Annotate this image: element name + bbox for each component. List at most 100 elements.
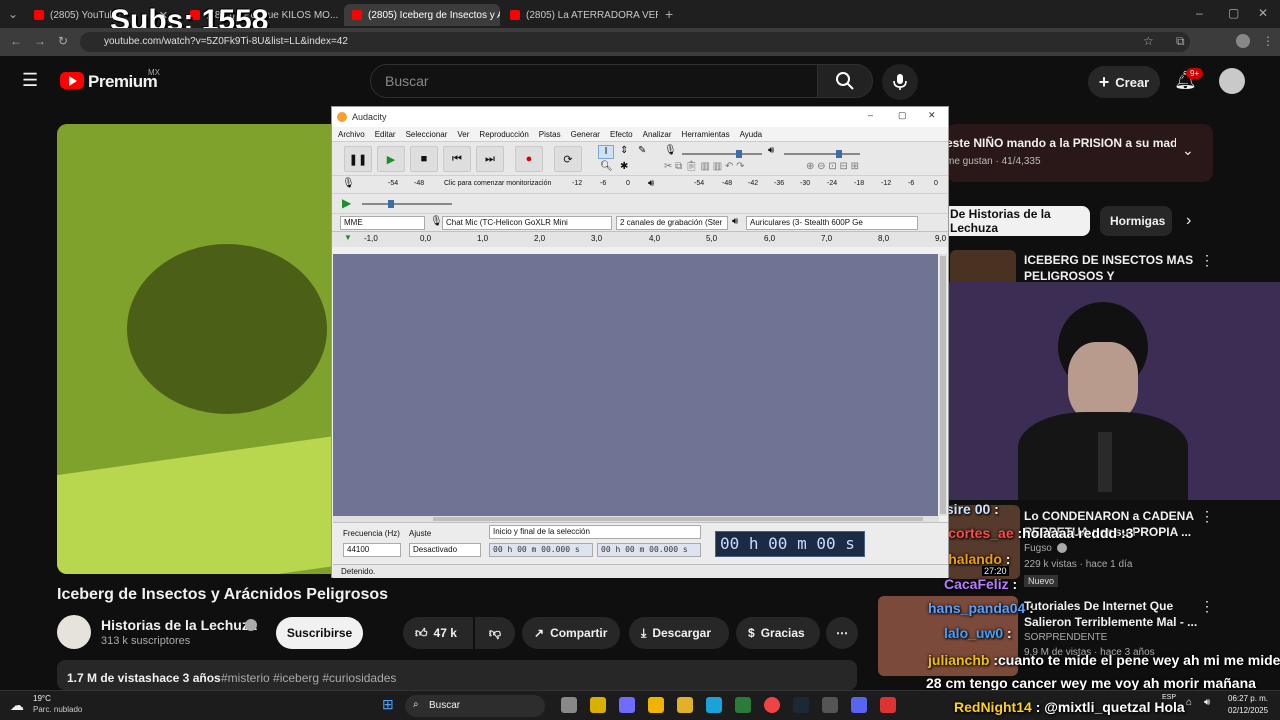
timeline-play-icon[interactable]: ▼: [344, 233, 352, 242]
pinned-comment-card[interactable]: este NIÑO mando a la PRISION a su mad...…: [946, 124, 1213, 182]
dislike-button[interactable]: 👎︎: [475, 617, 515, 649]
chip-historias[interactable]: De Historias de la Lechuza: [940, 206, 1090, 236]
tab-iceberg[interactable]: (2805) Iceberg de Insectos y Ar...✕: [344, 4, 500, 26]
draw-tool-icon[interactable]: ✎: [638, 145, 646, 156]
folder-icon[interactable]: [677, 697, 693, 713]
clock-time[interactable]: 06:27 p. m.: [1228, 694, 1268, 703]
hamburger-menu-icon[interactable]: ☰: [22, 70, 38, 91]
url-field[interactable]: youtube.com/watch?v=5Z0Fk9Ti-8U&list=LL&…: [80, 32, 1190, 52]
youtube-logo-icon[interactable]: [60, 72, 84, 89]
browser-menu-icon[interactable]: ⋮: [1262, 34, 1274, 48]
taskbar-search[interactable]: Buscar: [405, 695, 545, 717]
close-icon[interactable]: ✕: [928, 110, 936, 121]
track-area[interactable]: [333, 254, 938, 516]
zoom-tool-icon[interactable]: 🔍︎: [600, 161, 613, 172]
voice-search-button[interactable]: [882, 64, 918, 100]
more-vert-icon[interactable]: ⋮: [1200, 598, 1214, 615]
tab-search-icon[interactable]: ⌄: [8, 7, 18, 21]
minimize-icon[interactable]: –: [1196, 6, 1203, 20]
channel-name[interactable]: Historias de la Lechuza: [101, 617, 257, 633]
vertical-scrollbar[interactable]: [939, 254, 947, 516]
side-item-title[interactable]: Tutoriales De Internet Que Salieron Terr…: [1024, 598, 1199, 630]
hashtags[interactable]: #misterio #iceberg #curiosidades: [221, 671, 396, 685]
menu-archivo[interactable]: Archivo: [338, 130, 365, 139]
app-icon[interactable]: [590, 697, 606, 713]
weather-temp[interactable]: 19°C: [33, 694, 51, 703]
discord-icon[interactable]: [851, 697, 867, 713]
side-item-channel[interactable]: SORPRENDENTE: [1024, 632, 1107, 643]
weather-icon[interactable]: ☁: [10, 697, 24, 714]
forward-icon[interactable]: →: [34, 34, 46, 48]
chip-hormigas[interactable]: Hormigas: [1100, 206, 1172, 236]
edge-icon[interactable]: [706, 697, 722, 713]
search-input[interactable]: Buscar: [370, 64, 818, 98]
search-button[interactable]: [817, 64, 873, 98]
share-button[interactable]: ↗ Compartir: [522, 617, 620, 649]
chevron-right-icon[interactable]: ›: [1186, 212, 1191, 230]
windows-start-icon[interactable]: ⊞: [382, 696, 394, 713]
subscribe-button[interactable]: Suscribirse: [276, 617, 363, 649]
host-select[interactable]: MME: [340, 216, 425, 230]
timeline-ruler[interactable]: ▼ -1,0 0,0 1,0 2,0 3,0 4,0 5,0 6,0 7,0 8…: [332, 231, 948, 247]
menu-editar[interactable]: Editar: [375, 130, 396, 139]
download-button[interactable]: ⤓ Descargar: [629, 617, 729, 649]
like-button[interactable]: 👍︎ 47 k: [403, 617, 473, 649]
menu-herramientas[interactable]: Herramientas: [682, 130, 730, 139]
maximize-icon[interactable]: ▢: [1228, 6, 1239, 20]
menu-reproduccion[interactable]: Reproducción: [479, 130, 528, 139]
menu-pistas[interactable]: Pistas: [539, 130, 561, 139]
selection-end-field[interactable]: 00 h 00 m 00.000 s: [597, 543, 701, 557]
steam-icon[interactable]: [793, 697, 809, 713]
minimize-icon[interactable]: –: [868, 110, 873, 120]
channel-avatar[interactable]: [57, 615, 91, 649]
speed-slider[interactable]: [362, 200, 452, 208]
tab-aterradora[interactable]: (2805) La ATERRADORA VERDAD...✕: [502, 4, 658, 26]
network-icon[interactable]: ⌂: [1186, 697, 1192, 708]
thanks-button[interactable]: $ Gracias: [736, 617, 820, 649]
menu-ver[interactable]: Ver: [457, 130, 469, 139]
zoom-tools-icons[interactable]: ⊕ ⊖ ⊡ ⊟ ⊞: [806, 161, 859, 172]
snap-select[interactable]: Desactivado: [409, 543, 481, 557]
multi-tool-icon[interactable]: ✱: [620, 161, 628, 172]
menu-ayuda[interactable]: Ayuda: [740, 130, 763, 139]
task-view-icon[interactable]: [561, 697, 577, 713]
play-volume-slider[interactable]: [784, 150, 860, 158]
account-avatar[interactable]: [1219, 68, 1245, 94]
volume-icon[interactable]: 🔊︎: [1204, 697, 1210, 708]
selection-start-field[interactable]: 00 h 00 m 00.000 s: [489, 543, 593, 557]
menu-generar[interactable]: Generar: [571, 130, 600, 139]
app-icon[interactable]: [880, 697, 896, 713]
rate-select[interactable]: 44100: [343, 543, 401, 557]
profile-avatar[interactable]: [1236, 34, 1250, 48]
time-display[interactable]: 00 h 00 m 00 s: [715, 531, 865, 557]
loop-button[interactable]: ⟳: [554, 146, 582, 172]
record-button[interactable]: ●: [515, 146, 543, 172]
more-actions-button[interactable]: ⋯: [826, 617, 858, 649]
more-vert-icon[interactable]: ⋮: [1200, 252, 1214, 269]
pause-button[interactable]: ❚❚: [344, 146, 372, 172]
selection-mode-select[interactable]: Inicio y final de la selección: [489, 525, 701, 539]
side-item-channel[interactable]: Fugso: [1024, 543, 1052, 554]
play-button[interactable]: ▶: [377, 146, 405, 172]
chrome-icon[interactable]: [764, 697, 780, 713]
description-box[interactable]: 1.7 M de vistas hace 3 años #misterio #i…: [57, 660, 857, 690]
monitor-label[interactable]: Clic para comenzar monitorización: [444, 180, 551, 187]
extensions-icon[interactable]: ⧉: [1176, 34, 1185, 49]
file-explorer-icon[interactable]: [648, 697, 664, 713]
create-button[interactable]: + Crear: [1088, 66, 1160, 98]
window-close-icon[interactable]: ✕: [1258, 6, 1268, 20]
rec-volume-slider[interactable]: [682, 150, 762, 158]
chevron-down-icon[interactable]: ⌄: [1182, 142, 1194, 159]
menu-efecto[interactable]: Efecto: [610, 130, 633, 139]
youtube-logo-text[interactable]: Premium: [88, 72, 158, 92]
play-at-speed-icon[interactable]: ▶: [342, 196, 351, 210]
copilot-icon[interactable]: [619, 697, 635, 713]
more-vert-icon[interactable]: ⋮: [1200, 508, 1214, 525]
bookmark-star-icon[interactable]: ☆: [1143, 34, 1154, 48]
edit-tools-icons[interactable]: ✂ ⧉ 📋︎ ▥ ▥ ↶ ↷: [664, 161, 745, 172]
maximize-icon[interactable]: ▢: [898, 110, 907, 121]
back-icon[interactable]: ←: [10, 34, 22, 48]
menu-seleccionar[interactable]: Seleccionar: [406, 130, 448, 139]
reload-icon[interactable]: ↻: [58, 34, 68, 48]
new-tab-icon[interactable]: +: [665, 6, 673, 22]
